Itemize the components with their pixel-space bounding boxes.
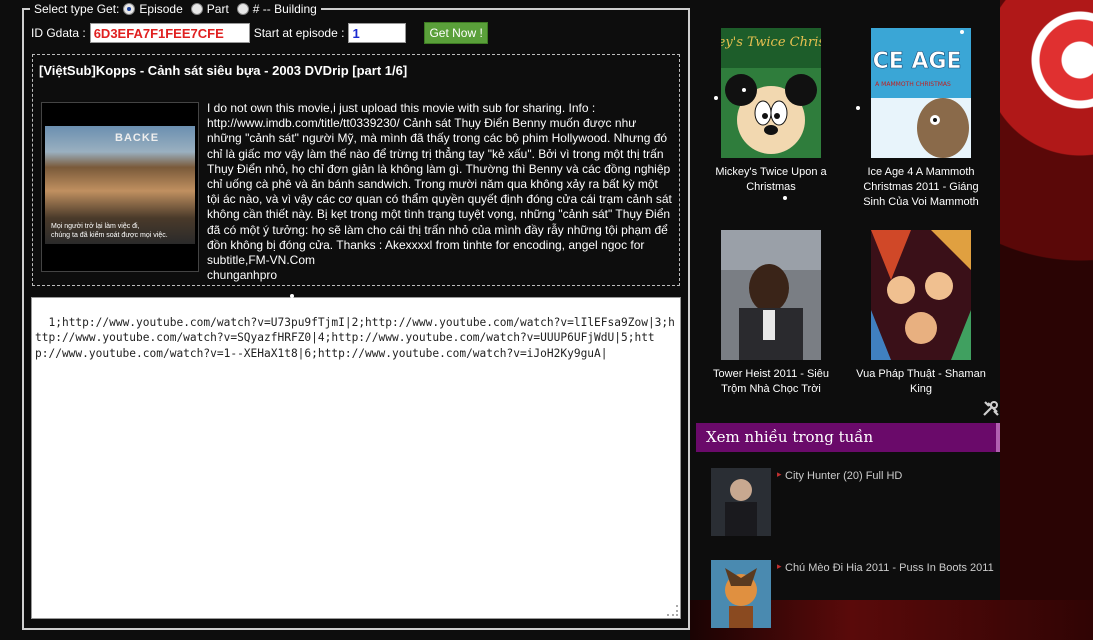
weekly-item-title[interactable]: City Hunter (20) Full HD xyxy=(777,469,902,482)
city-hunter-thumbnail[interactable] xyxy=(711,468,771,536)
id-gdata-input[interactable]: 6D3EFA7F1FEE7CFE xyxy=(89,23,250,43)
snow-sparkle xyxy=(714,96,718,100)
tools-icon[interactable] xyxy=(982,400,1000,422)
video-title: [ViệtSub]Kopps - Cảnh sát siêu bựa - 200… xyxy=(39,63,408,78)
id-gdata-label: ID Gdata : xyxy=(31,26,86,40)
snow-sparkle xyxy=(290,294,294,298)
thumbnail-image: BACKE Mọi người trở lại làm việc đi, chú… xyxy=(45,126,195,244)
snow-sparkle xyxy=(960,30,964,34)
ice-age-poster-subtitle: A MAMMOTH CHRISTMAS xyxy=(875,81,951,88)
mickey-poster-text: Mickey's Twice Christmas xyxy=(721,35,821,50)
mickey-poster[interactable]: Mickey's Twice Christmas xyxy=(721,28,821,158)
poster-title-mickey[interactable]: Mickey's Twice Upon a Christmas xyxy=(706,165,836,195)
snow-sparkle xyxy=(742,88,746,92)
part-radio-label[interactable]: Part xyxy=(207,2,229,16)
snow-sparkle xyxy=(856,106,860,110)
start-episode-input[interactable]: 1 xyxy=(348,23,407,43)
poster-title-shaman-king[interactable]: Vua Pháp Thuật - Shaman King xyxy=(856,367,986,397)
ice-age-poster-text: ICE AGE xyxy=(871,49,962,74)
shaman-king-poster[interactable] xyxy=(871,230,971,360)
gdata-row: ID Gdata : 6D3EFA7F1FEE7CFE Start at epi… xyxy=(31,22,488,44)
puss-in-boots-thumbnail[interactable] xyxy=(711,560,771,628)
weekly-item-title[interactable]: Chú Mèo Đi Hia 2011 - Puss In Boots 2011 xyxy=(777,561,994,574)
video-thumbnail[interactable]: BACKE Mọi người trở lại làm việc đi, chú… xyxy=(41,102,199,272)
thumbnail-caption: Mọi người trở lại làm việc đi, chúng ta … xyxy=(51,222,168,240)
ice-age-poster[interactable]: ICE AGE A MAMMOTH CHRISTMAS xyxy=(871,28,971,158)
hash-radio[interactable] xyxy=(236,3,249,15)
weekly-item[interactable]: Chú Mèo Đi Hia 2011 - Puss In Boots 2011 xyxy=(711,560,1001,630)
video-description-block: I do not own this movie,i just upload th… xyxy=(207,101,673,283)
get-now-button[interactable]: Get Now ! xyxy=(424,22,488,44)
type-label: Select type Get: xyxy=(34,2,120,16)
episode-radio-label[interactable]: Episode xyxy=(139,2,182,16)
weekly-item[interactable]: City Hunter (20) Full HD xyxy=(711,468,1001,538)
poster-title-ice-age[interactable]: Ice Age 4 A Mammoth Christmas 2011 - Giá… xyxy=(856,165,986,210)
snow-sparkle xyxy=(783,196,787,200)
thumbnail-caption-line-2: chúng ta đã kiểm soát được mọi việc. xyxy=(51,232,168,239)
thumbnail-sign: BACKE xyxy=(115,132,160,144)
resize-handle-icon[interactable] xyxy=(667,605,678,616)
part-radio[interactable] xyxy=(190,3,203,15)
background-decoration-right xyxy=(1000,0,1093,640)
type-selector-legend: Select type Get: Episode Part # -- Build… xyxy=(30,2,321,16)
weekly-popular-header: Xem nhiều trong tuần xyxy=(696,423,1000,452)
start-episode-label: Start at episode : xyxy=(253,26,345,40)
episode-radio[interactable] xyxy=(123,3,136,15)
uploader-name: chunganhpro xyxy=(207,268,278,283)
tower-heist-poster[interactable] xyxy=(721,230,821,360)
links-text: 1;http://www.youtube.com/watch?v=U73pu9f… xyxy=(35,316,675,360)
video-description: I do not own this movie,i just upload th… xyxy=(207,101,672,268)
thumbnail-caption-line-1: Mọi người trở lại làm việc đi, xyxy=(51,223,140,230)
video-info-box: [ViệtSub]Kopps - Cảnh sát siêu bựa - 200… xyxy=(32,54,680,286)
poster-title-tower-heist[interactable]: Tower Heist 2011 - Siêu Trộm Nhà Chọc Tr… xyxy=(706,367,836,397)
hash-radio-label[interactable]: # -- Building xyxy=(253,2,317,16)
links-textarea[interactable]: 1;http://www.youtube.com/watch?v=U73pu9f… xyxy=(31,297,681,619)
